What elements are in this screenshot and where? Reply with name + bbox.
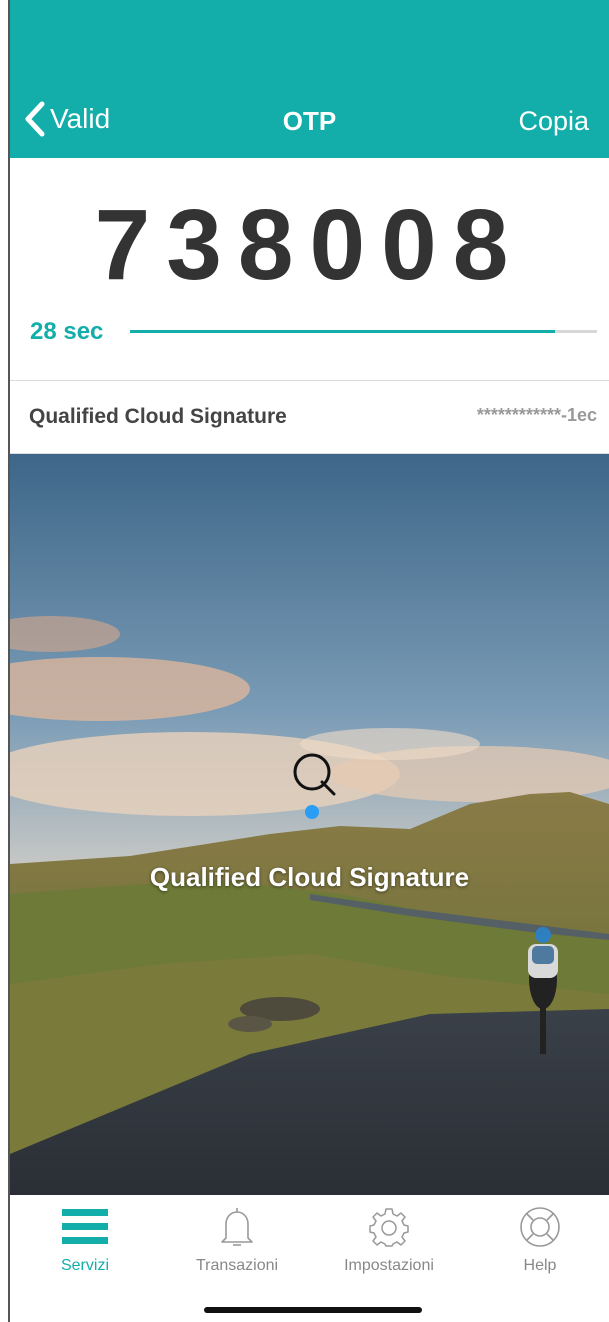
tab-label: Help bbox=[523, 1257, 557, 1274]
tab-servizi[interactable]: Servizi bbox=[10, 1205, 160, 1275]
service-row: Qualified Cloud Signature ************-1… bbox=[10, 381, 609, 453]
otp-progress-track bbox=[130, 330, 597, 333]
otp-timer: 28 sec bbox=[30, 318, 104, 345]
tab-help[interactable]: Help bbox=[465, 1205, 609, 1275]
tab-label: Transazioni bbox=[195, 1257, 279, 1274]
service-masked-id: ************-1ec bbox=[476, 405, 597, 425]
copy-button[interactable]: Copia bbox=[518, 106, 589, 137]
lifebuoy-icon bbox=[520, 1207, 560, 1247]
tab-bar: Servizi Transazioni Impostazioni Help bbox=[10, 1195, 609, 1285]
otp-panel: 738008 28 sec bbox=[10, 158, 609, 380]
gear-icon bbox=[369, 1208, 409, 1247]
menu-icon bbox=[62, 1209, 108, 1244]
bell-icon bbox=[221, 1208, 253, 1246]
tab-label: Servizi bbox=[60, 1257, 109, 1274]
home-indicator bbox=[204, 1307, 422, 1313]
hero-image: Qualified Cloud Signature bbox=[10, 454, 609, 1195]
hero-title: Qualified Cloud Signature bbox=[149, 862, 470, 892]
qcs-logo bbox=[292, 752, 336, 829]
nav-header: Valid OTP Copia bbox=[10, 0, 609, 158]
tab-impostazioni[interactable]: Impostazioni bbox=[314, 1205, 464, 1275]
service-name: Qualified Cloud Signature bbox=[29, 405, 287, 428]
tab-transazioni[interactable]: Transazioni bbox=[162, 1205, 312, 1275]
otp-code: 738008 bbox=[94, 189, 525, 301]
q-logo-icon bbox=[293, 753, 336, 819]
app-screen: Valid OTP Copia 738008 28 sec Qualified … bbox=[0, 0, 609, 1322]
otp-progress-fill bbox=[130, 330, 555, 333]
tab-label: Impostazioni bbox=[344, 1257, 434, 1274]
